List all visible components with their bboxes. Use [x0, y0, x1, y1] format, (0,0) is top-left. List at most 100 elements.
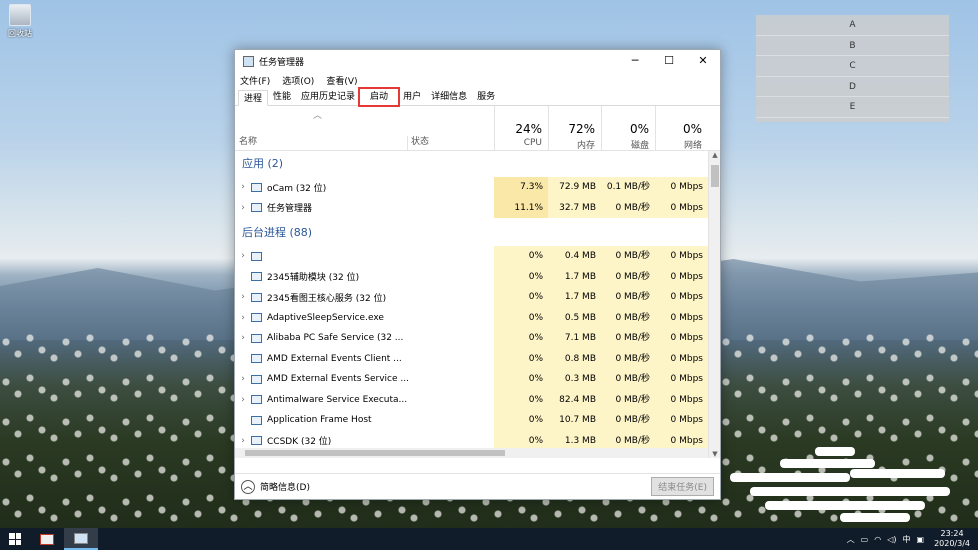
process-icon	[251, 395, 262, 405]
process-name-cell: ›	[235, 251, 495, 261]
taskbar-app-ocam[interactable]	[30, 528, 64, 550]
process-name-cell: › oCam (32 位)	[235, 181, 495, 194]
process-icon	[251, 292, 262, 302]
scroll-up-icon[interactable]: ▲	[709, 151, 720, 159]
task-manager-taskbar-icon	[74, 532, 88, 544]
process-row[interactable]: Application Frame Host 0% 10.7 MB 0 MB/秒 0 M…	[235, 410, 720, 431]
task-manager-icon	[243, 55, 254, 67]
taskbar-app-task-manager[interactable]	[64, 528, 98, 550]
column-memory[interactable]: 72% 内存	[548, 106, 601, 151]
process-name-cell: › Antimalware Service Executa...	[235, 395, 495, 405]
process-name: AdaptiveSleepService.exe	[267, 312, 384, 323]
maximize-button[interactable]: ☐	[652, 50, 686, 72]
tab-processes[interactable]: 进程	[238, 90, 269, 106]
process-name-cell: › CCSDK (32 位)	[235, 434, 495, 448]
column-network[interactable]: 0% 网络	[655, 106, 708, 151]
clock-time: 23:24	[940, 529, 964, 538]
scroll-thumb[interactable]	[711, 165, 719, 187]
process-memory: 0.4 MB	[548, 246, 601, 267]
scroll-down-icon[interactable]: ▼	[709, 450, 720, 458]
process-cpu: 0%	[494, 348, 548, 369]
process-network: 0 Mbps	[655, 177, 708, 198]
process-name: CCSDK (32 位)	[267, 437, 332, 448]
recycle-bin[interactable]: 回收站	[2, 4, 38, 39]
close-button[interactable]: ✕	[686, 50, 720, 72]
expand-chevron-icon[interactable]: ›	[235, 203, 251, 213]
tab-startup[interactable]: 启动	[358, 87, 401, 107]
column-cpu[interactable]: 24% CPU	[494, 106, 548, 150]
expand-chevron-icon[interactable]: ›	[235, 251, 251, 261]
process-icon	[251, 333, 262, 343]
end-task-button[interactable]: 结束任务(E)	[651, 477, 714, 496]
expand-chevron-icon[interactable]: ›	[235, 333, 251, 343]
process-icon	[251, 182, 262, 192]
column-status[interactable]: 状态	[411, 134, 429, 147]
horizontal-scrollbar[interactable]	[235, 448, 708, 458]
process-name: 2345辅助模块 (32 位)	[267, 273, 360, 284]
menu-view[interactable]: 查看(V)	[326, 74, 357, 87]
tab-performance[interactable]: 性能	[268, 89, 296, 105]
start-button[interactable]	[0, 528, 30, 550]
cpu-total: 24%	[515, 122, 542, 136]
process-row[interactable]: › 任务管理器 11.1% 32.7 MB 0 MB/秒 0 Mbps	[235, 197, 720, 218]
recycle-bin-label: 回收站	[8, 29, 32, 38]
vertical-scrollbar[interactable]: ▲ ▼	[708, 151, 720, 458]
expand-chevron-icon[interactable]: ›	[235, 374, 251, 384]
battery-icon[interactable]: ▭	[861, 535, 869, 544]
process-name: AMD External Events Service ...	[267, 374, 409, 385]
clock[interactable]: 23:24 2020/3/4	[934, 529, 970, 549]
process-row[interactable]: › 0% 0.4 MB 0 MB/秒 0 Mbps	[235, 246, 720, 267]
process-cpu: 0%	[494, 307, 548, 328]
expand-chevron-icon[interactable]: ›	[235, 313, 251, 323]
cpu-label: CPU	[523, 138, 542, 148]
process-row[interactable]: 2345辅助模块 (32 位) 0% 1.7 MB 0 MB/秒 0 Mbps	[235, 266, 720, 287]
expand-chevron-icon[interactable]: ›	[235, 292, 251, 302]
process-name-cell: AMD External Events Client ...	[235, 354, 495, 364]
volume-icon[interactable]: ◁)	[887, 535, 896, 544]
process-row[interactable]: › oCam (32 位) 7.3% 72.9 MB 0.1 MB/秒 0 Mbps	[235, 177, 720, 198]
tab-users[interactable]: 用户	[398, 89, 426, 105]
expand-chevron-icon[interactable]: ›	[235, 182, 251, 192]
process-name: Antimalware Service Executa...	[267, 394, 408, 405]
process-row[interactable]: › Antimalware Service Executa... 0% 82.4 MB…	[235, 389, 720, 410]
overlay-label-e: E	[756, 97, 949, 118]
input-method-icon[interactable]: ▣	[917, 535, 925, 544]
expand-chevron-icon[interactable]: ›	[235, 436, 251, 446]
minimize-button[interactable]: ─	[618, 50, 652, 72]
process-cpu: 11.1%	[494, 197, 548, 218]
process-network: 0 Mbps	[655, 197, 708, 218]
network-icon[interactable]: ◠	[874, 535, 881, 544]
overlay-label-c: C	[756, 56, 949, 77]
process-name-cell: › 2345看图王核心服务 (32 位)	[235, 291, 495, 304]
process-row[interactable]: › AdaptiveSleepService.exe 0% 0.5 MB 0 MB/秒 0…	[235, 307, 720, 328]
process-memory: 82.4 MB	[548, 389, 601, 410]
tab-app-history[interactable]: 应用历史记录	[296, 89, 360, 105]
process-cpu: 0%	[494, 287, 548, 308]
process-disk: 0 MB/秒	[601, 389, 655, 410]
tab-services[interactable]: 服务	[472, 89, 500, 105]
disk-label: 磁盘	[630, 141, 649, 151]
expand-chevron-icon[interactable]: ›	[235, 395, 251, 405]
menu-file[interactable]: 文件(F)	[240, 74, 270, 87]
tab-details[interactable]: 详细信息	[426, 89, 472, 105]
menu-options[interactable]: 选项(O)	[282, 74, 314, 87]
horizontal-scroll-thumb[interactable]	[245, 450, 505, 456]
overlay-label-b: B	[756, 36, 949, 57]
column-disk[interactable]: 0% 磁盘	[601, 106, 655, 151]
process-row[interactable]: › 2345看图王核心服务 (32 位) 0% 1.7 MB 0 MB/秒 0 Mbps	[235, 287, 720, 308]
process-network: 0 Mbps	[655, 369, 708, 390]
process-row[interactable]: AMD External Events Client ... 0% 0.8 MB 0 …	[235, 348, 720, 369]
process-cpu: 0%	[494, 410, 548, 431]
process-row[interactable]: › AMD External Events Service ... 0% 0.3 MB…	[235, 369, 720, 390]
tray-chevron-icon[interactable]: ︿	[847, 534, 855, 545]
process-row[interactable]: › Alibaba PC Safe Service (32 ... 0% 7.1 MB…	[235, 328, 720, 349]
process-name-cell: › 任务管理器	[235, 201, 495, 215]
chevron-up-icon[interactable]: ︿	[241, 479, 255, 494]
process-disk: 0 MB/秒	[601, 328, 655, 349]
title-bar[interactable]: 任务管理器 ─ ☐ ✕	[235, 50, 720, 72]
process-icon	[251, 436, 262, 446]
ime-indicator[interactable]: 中	[903, 534, 911, 545]
column-name[interactable]: 名称	[239, 134, 257, 147]
fewer-details-link[interactable]: 简略信息(D)	[260, 480, 651, 493]
process-disk: 0 MB/秒	[601, 287, 655, 308]
